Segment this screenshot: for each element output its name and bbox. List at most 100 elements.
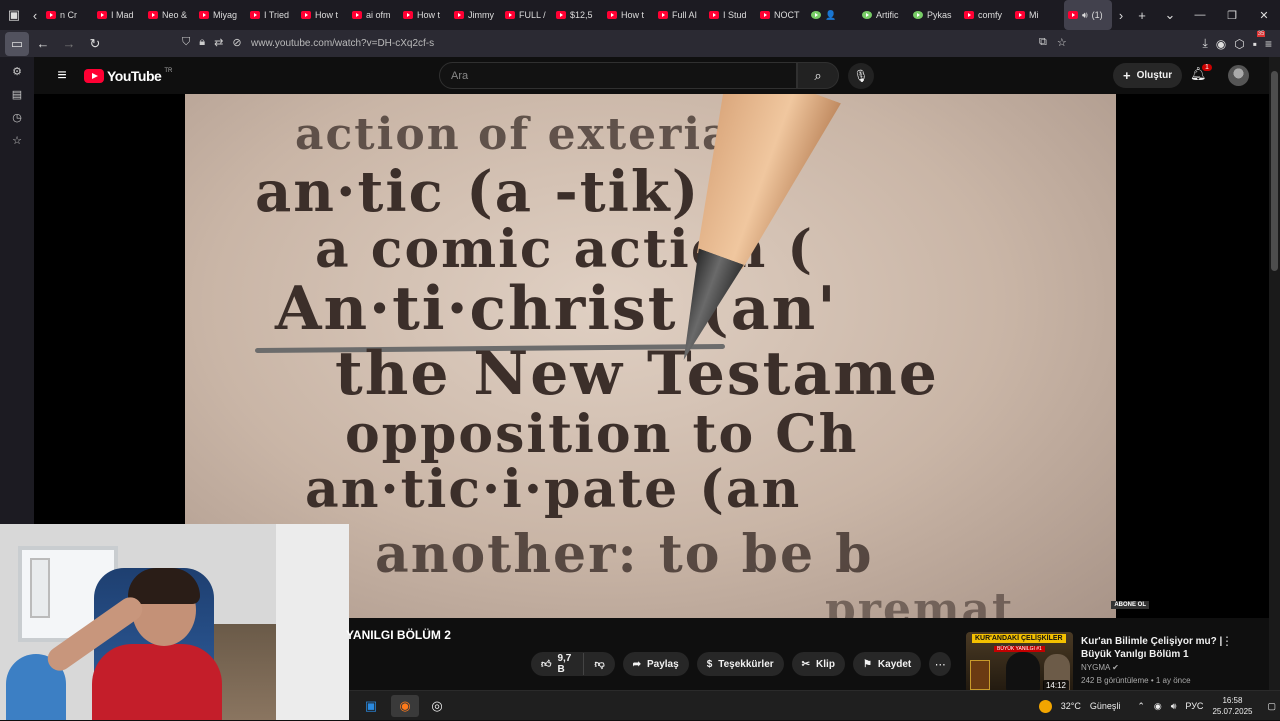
thanks-button[interactable]: $ Teşekkürler (696, 652, 784, 676)
browser-tab[interactable]: Mi (1011, 0, 1062, 30)
youtube-logo-text: YouTube (107, 67, 162, 84)
minimize-icon[interactable]: — (1184, 0, 1216, 30)
back-icon[interactable]: ← (31, 32, 55, 56)
like-button[interactable]: 👍︎ 9,7 B (531, 653, 585, 675)
bookmarks-icon[interactable]: ☆ (12, 134, 22, 147)
tab-label: FULL / (519, 10, 546, 20)
firefox-icon[interactable]: ◉ (391, 695, 419, 717)
clip-button[interactable]: ✂ Klip (791, 652, 845, 676)
weather-label[interactable]: Güneşli (1090, 701, 1121, 711)
tab-overflow-icon[interactable]: ⌄ (1156, 0, 1184, 30)
browser-tab[interactable]: How t (297, 0, 348, 30)
app-menu-icon[interactable]: ≡ (1265, 37, 1272, 51)
hamburger-menu-icon[interactable]: ≡ (50, 67, 74, 85)
permissions-icon[interactable]: ⇄ (214, 36, 223, 49)
plus-icon: + (1123, 68, 1131, 83)
tab-label: NOCT (774, 10, 800, 20)
recommended-channel[interactable]: NYGMA ✔︎ (1081, 663, 1119, 672)
browser-tab[interactable]: n Cr (42, 0, 93, 30)
browser-tab[interactable]: How t (399, 0, 450, 30)
browser-tab[interactable]: Neo & (144, 0, 195, 30)
network-icon[interactable]: ◉ (1154, 701, 1162, 712)
frame-text-line: an·tic·i·pate (an (305, 459, 802, 520)
browser-tab[interactable]: Full AI (654, 0, 705, 30)
close-icon[interactable]: ✕ (1248, 0, 1280, 30)
browser-tab[interactable]: 👤 (807, 0, 858, 30)
scroll-tabs-right-icon[interactable]: › (1114, 0, 1128, 30)
autoplay-blocked-icon[interactable]: ⊘ (232, 36, 241, 49)
tray-chevron-icon[interactable]: ⌃ (1137, 701, 1145, 712)
shield-icon[interactable]: ⛉ (182, 36, 190, 49)
browser-tab[interactable]: I Mad (93, 0, 144, 30)
tab-label: $12,5 (570, 10, 593, 20)
share-button[interactable]: ➦ Paylaş (622, 652, 689, 676)
history-icon[interactable]: ◷ (12, 111, 22, 124)
forward-icon[interactable]: → (57, 32, 81, 56)
tab-audio-icon[interactable]: 🔊︎ (1082, 10, 1088, 21)
share-icon: ➦ (632, 658, 641, 670)
bookmark-star-icon[interactable]: ☆ (1057, 36, 1067, 49)
voice-search-button[interactable]: 🎙︎ (848, 63, 874, 89)
more-actions-button[interactable]: ⋯ (929, 652, 952, 676)
frame-text-line: action of exteria (295, 109, 733, 160)
obs-icon[interactable]: ◎ (423, 695, 451, 717)
lock-icon[interactable]: 🔒︎ (199, 36, 205, 49)
recommended-title[interactable]: Kur'an Bilimle Çelişiyor mu? | Büyük Yan… (1081, 635, 1231, 661)
recommended-menu-icon[interactable]: ⋮ (1221, 634, 1233, 648)
sidebar-toggle-icon[interactable]: ▭ (5, 31, 29, 56)
browser-tab[interactable]: ai ofm (348, 0, 399, 30)
subscribe-watermark[interactable]: ABONE OL (1111, 601, 1149, 609)
create-button[interactable]: + Oluştur (1113, 63, 1183, 88)
restore-icon[interactable]: ❐ (1216, 0, 1248, 30)
language-indicator[interactable]: РУС (1185, 701, 1203, 711)
ai-chatbot-icon[interactable]: ⚙ (12, 65, 22, 78)
browser-tab[interactable]: Jimmy (450, 0, 501, 30)
url-field[interactable]: www.youtube.com/watch?v=DH-cXq2cf-s (251, 38, 434, 49)
tab-list-icon[interactable]: ▣ (0, 0, 28, 30)
page-scrollbar[interactable] (1269, 57, 1280, 697)
dislike-button[interactable]: 👎︎ (584, 658, 614, 670)
account-icon[interactable]: ◉ (1216, 37, 1226, 51)
new-tab-icon[interactable]: + (1128, 0, 1156, 30)
browser-tab[interactable]: FULL / (501, 0, 552, 30)
scroll-tabs-left-icon[interactable]: ‹ (28, 0, 42, 30)
extensions-icon[interactable]: ⬡ (1234, 37, 1244, 51)
avatar[interactable] (1228, 65, 1249, 86)
tab-favicon-icon (811, 11, 821, 19)
downloads-icon[interactable]: ⤓ (1202, 36, 1207, 51)
synced-tabs-icon[interactable]: ▤ (12, 88, 22, 101)
browser-tab[interactable]: Artific (858, 0, 909, 30)
scrollbar-thumb[interactable] (1271, 71, 1278, 271)
browser-tab[interactable]: $12,5 (552, 0, 603, 30)
taskbar-app-icon[interactable]: ▣ (357, 695, 385, 717)
tab-favicon-icon (709, 11, 719, 19)
tab-favicon-icon (607, 11, 617, 19)
reload-icon[interactable]: ↻ (83, 32, 107, 56)
weather-sun-icon[interactable] (1038, 699, 1052, 713)
extension-badge-icon[interactable]: ▪ 35 (1253, 30, 1266, 51)
browser-tab[interactable]: NOCT (756, 0, 807, 30)
tab-label: Pykas (927, 10, 952, 20)
browser-tab[interactable]: How t (603, 0, 654, 30)
weather-temp[interactable]: 32°C (1061, 701, 1081, 711)
tab-label: Miyag (213, 10, 238, 20)
browser-tab[interactable]: comfy (960, 0, 1011, 30)
youtube-logo[interactable]: YouTube TR (84, 68, 172, 84)
browser-tab[interactable]: 🔊︎ (1) (1064, 0, 1112, 30)
browser-tab[interactable]: Pykas (909, 0, 960, 30)
tab-favicon-icon (148, 11, 158, 19)
browser-tab[interactable]: Miyag (195, 0, 246, 30)
picture-in-picture-icon[interactable]: ⧉ (1039, 36, 1047, 49)
tab-favicon-icon (46, 11, 56, 19)
video-title: YANILGI BÖLÜM 2 (346, 628, 451, 642)
notifications-icon[interactable]: ▢ (1267, 701, 1276, 712)
search-input[interactable]: Ara (439, 62, 797, 89)
recommended-video[interactable]: KUR'ANDAKİ ÇELİŞKİLER BÜYÜK YANILGI #1 1… (966, 632, 1256, 694)
clock[interactable]: 16:58 25.07.2025 (1212, 695, 1252, 717)
search-button[interactable]: ⌕ (797, 62, 839, 89)
save-button[interactable]: ⚑ Kaydet (852, 652, 922, 676)
browser-tab[interactable]: I Stud (705, 0, 756, 30)
browser-tab[interactable]: I Tried (246, 0, 297, 30)
recommended-thumbnail[interactable]: KUR'ANDAKİ ÇELİŞKİLER BÜYÜK YANILGI #1 1… (966, 632, 1073, 693)
volume-icon[interactable]: 🔊︎ (1171, 701, 1177, 712)
